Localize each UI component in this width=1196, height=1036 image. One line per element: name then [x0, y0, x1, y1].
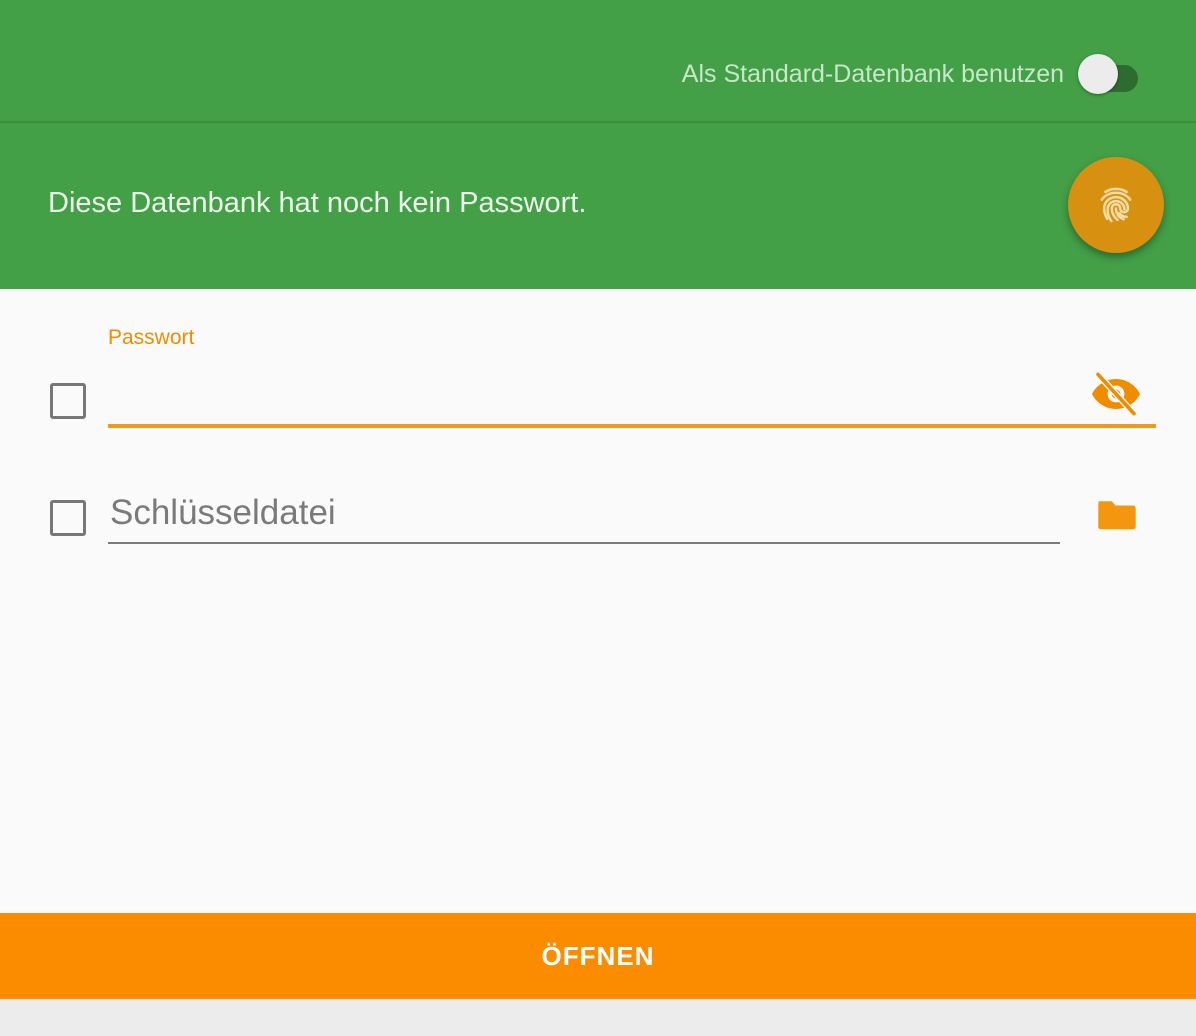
- fingerprint-icon: [1100, 187, 1132, 223]
- fingerprint-button[interactable]: [1068, 157, 1164, 253]
- password-label: Passwort: [108, 326, 195, 349]
- toggle-password-visibility-button[interactable]: [1088, 370, 1144, 418]
- keyfile-checkbox[interactable]: [50, 500, 86, 536]
- keyfile-input[interactable]: [108, 484, 1064, 542]
- keyfile-underline: [108, 542, 1060, 544]
- password-checkbox[interactable]: [50, 383, 86, 419]
- folder-icon: [1098, 501, 1136, 530]
- open-button[interactable]: ÖFFNEN: [0, 913, 1196, 999]
- password-input[interactable]: [108, 368, 1082, 426]
- default-database-switch[interactable]: [1072, 52, 1138, 96]
- password-underline: [108, 424, 1156, 428]
- info-banner: Diese Datenbank hat noch kein Passwort.: [0, 123, 1196, 289]
- no-password-message: Diese Datenbank hat noch kein Passwort.: [48, 187, 587, 219]
- default-database-row: Als Standard-Datenbank benutzen: [682, 52, 1138, 96]
- eye-off-icon: [1092, 372, 1140, 416]
- default-database-label: Als Standard-Datenbank benutzen: [681, 59, 1064, 88]
- top-bar: Als Standard-Datenbank benutzen: [0, 0, 1196, 122]
- keyboard-strip: [0, 999, 1196, 1036]
- browse-keyfile-button[interactable]: [1090, 490, 1144, 538]
- switch-thumb[interactable]: [1078, 54, 1118, 94]
